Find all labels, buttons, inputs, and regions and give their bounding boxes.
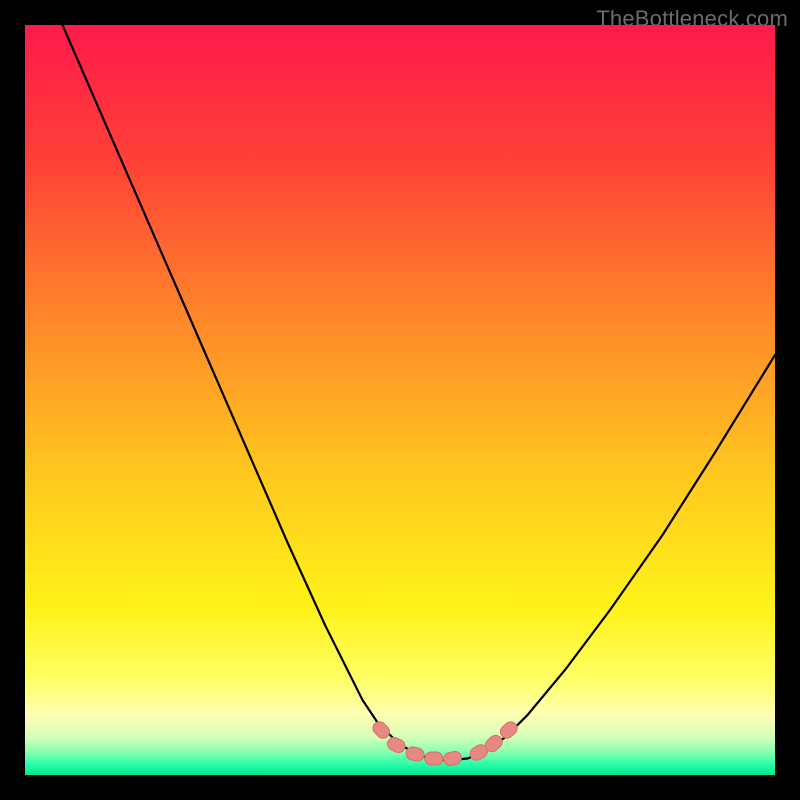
gradient-background [25,25,775,775]
chart-frame: TheBottleneck.com [0,0,800,800]
plot-area [25,25,775,775]
marker-point [425,752,443,765]
bottleneck-chart [25,25,775,775]
